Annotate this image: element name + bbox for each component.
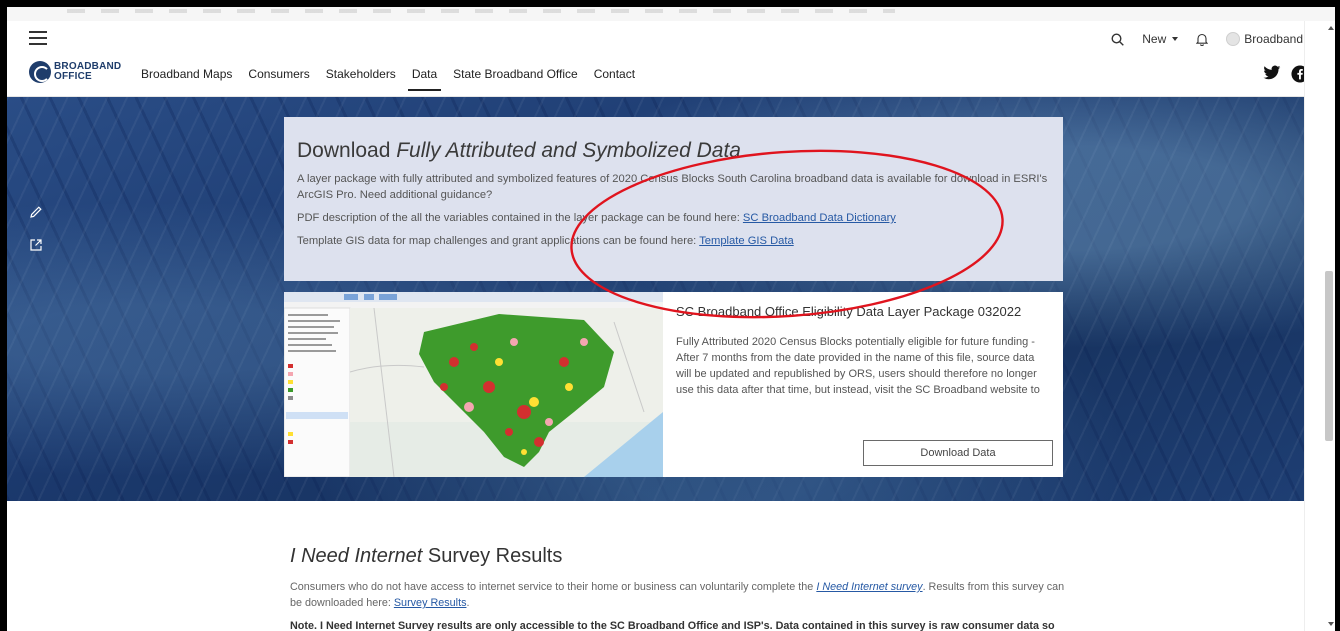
scroll-thumb[interactable] (1325, 271, 1333, 441)
package-description: Fully Attributed 2020 Census Blocks pote… (676, 336, 1040, 396)
avatar (1226, 32, 1241, 46)
download-heading: Download Fully Attributed and Symbolized… (297, 139, 1049, 163)
dictionary-text: PDF description of the all the variables… (297, 210, 1049, 226)
utility-bar: New Broadband (1111, 27, 1315, 51)
i-need-internet-survey-link[interactable]: I Need Internet survey (816, 581, 922, 593)
heading-plain: Download (297, 139, 397, 162)
download-card-body: SC Broadband Office Eligibility Data Lay… (663, 292, 1063, 477)
survey-heading-emphasis: I Need Internet (290, 545, 423, 567)
download-data-button[interactable]: Download Data (863, 440, 1053, 466)
nav-item-broadband-maps[interactable]: Broadband Maps (133, 65, 240, 91)
survey-description: Consumers who do not have access to inte… (290, 579, 1070, 611)
side-toolbar (29, 205, 43, 257)
download-info-card: Download Fully Attributed and Symbolized… (284, 117, 1063, 281)
nav-item-contact[interactable]: Contact (586, 65, 643, 91)
social-links (1263, 65, 1309, 88)
edit-icon[interactable] (29, 205, 43, 224)
share-icon[interactable] (29, 238, 43, 257)
nav-item-consumers[interactable]: Consumers (240, 65, 317, 91)
hero-banner: Download Fully Attributed and Symbolized… (7, 97, 1304, 501)
survey-note: Note. I Need Internet Survey results are… (290, 620, 1055, 631)
scroll-down-icon[interactable] (1328, 622, 1334, 626)
template-prefix: Template GIS data for map challenges and… (297, 235, 700, 247)
logo-emblem-icon (29, 61, 51, 83)
nav-item-state-broadband-office[interactable]: State Broadband Office (445, 65, 586, 91)
site-header: New Broadband BROADBAND OFFICE Broadband… (7, 21, 1335, 97)
top-strip (7, 7, 1335, 21)
account-label: Broadband (1244, 32, 1303, 46)
template-text: Template GIS data for map challenges and… (297, 233, 1049, 249)
package-title: SC Broadband Office Eligibility Data Lay… (676, 304, 1022, 319)
search-icon[interactable] (1111, 32, 1125, 46)
template-gis-data-link[interactable]: Template GIS Data (699, 235, 794, 247)
layer-package-text: A layer package with fully attributed an… (297, 173, 1048, 201)
broadband-office-logo[interactable]: BROADBAND OFFICE (29, 61, 121, 83)
survey-heading-plain: Survey Results (422, 545, 563, 567)
survey-heading: I Need Internet Survey Results (290, 545, 562, 568)
page-scrollbar[interactable] (1304, 21, 1335, 631)
download-card: SC Broadband Office Eligibility Data Lay… (284, 292, 1063, 477)
survey-results-link[interactable]: Survey Results (394, 597, 467, 609)
menu-icon[interactable] (29, 31, 47, 45)
scroll-up-icon[interactable] (1328, 26, 1334, 30)
main-nav: Broadband Maps Consumers Stakeholders Da… (133, 65, 643, 91)
logo-line2: OFFICE (54, 71, 92, 82)
data-dictionary-link[interactable]: SC Broadband Data Dictionary (743, 212, 896, 224)
nav-item-data[interactable]: Data (404, 65, 445, 91)
survey-text-1: Consumers who do not have access to inte… (290, 581, 817, 593)
new-menu-label: New (1142, 32, 1167, 46)
dictionary-prefix: PDF description of the all the variables… (297, 212, 743, 224)
nav-item-stakeholders[interactable]: Stakeholders (318, 65, 404, 91)
bell-icon[interactable] (1196, 33, 1209, 46)
survey-text-3: . (466, 597, 470, 609)
account-menu-button[interactable]: Broadband (1226, 32, 1315, 46)
heading-emphasis: Fully Attributed and Symbolized Data (396, 139, 741, 162)
twitter-icon[interactable] (1263, 65, 1281, 88)
map-thumbnail (284, 292, 663, 477)
browser-viewport: New Broadband BROADBAND OFFICE Broadband… (7, 7, 1335, 631)
chevron-down-icon (1172, 37, 1179, 41)
new-menu-button[interactable]: New (1142, 32, 1179, 46)
survey-section: I Need Internet Survey Results Consumers… (7, 501, 1304, 631)
